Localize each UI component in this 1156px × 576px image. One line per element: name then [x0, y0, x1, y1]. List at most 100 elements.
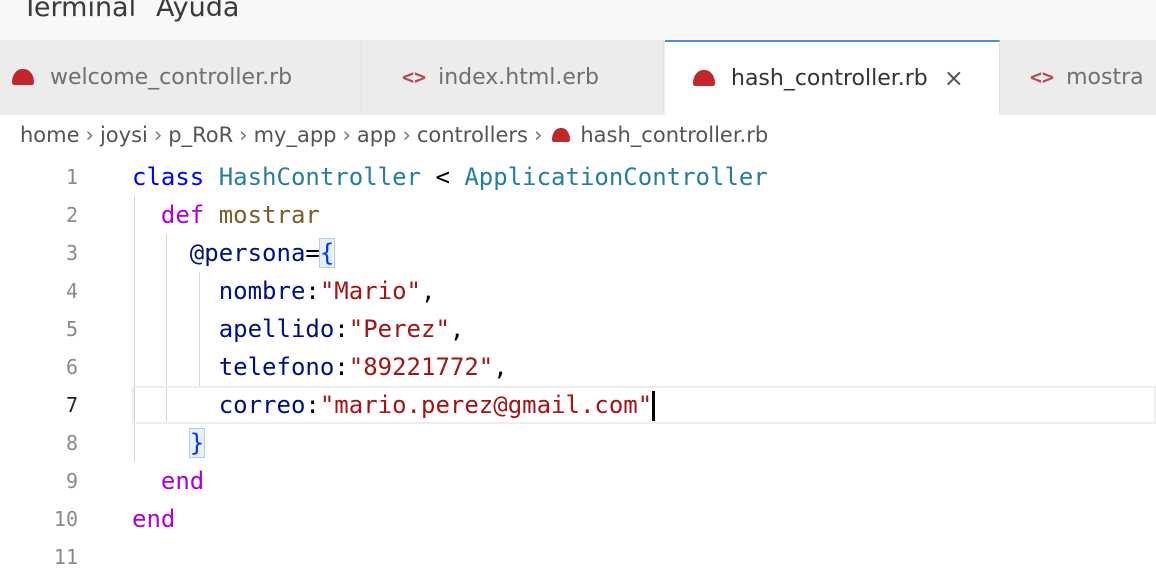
code-text: nombre:"Mario",	[132, 272, 436, 310]
code-token: @persona	[189, 239, 306, 267]
code-token: }	[188, 428, 206, 458]
code-token: HashController	[218, 163, 421, 191]
code-text: apellido:"Perez",	[132, 310, 465, 348]
breadcrumb-my-app[interactable]: my_app	[254, 123, 337, 147]
code-token: ,	[421, 277, 436, 305]
code-line[interactable]: 1 class HashController < ApplicationContr…	[0, 158, 1156, 196]
close-icon[interactable]: ×	[944, 64, 964, 92]
html-icon: <>	[1030, 65, 1055, 89]
tab-mostrar[interactable]: <> mostra	[1000, 40, 1156, 114]
code-token: end	[160, 467, 205, 495]
code-token: ApplicationController	[464, 163, 768, 191]
menu-terminal[interactable]: Terminal	[22, 0, 136, 23]
code-token: def	[160, 201, 219, 229]
breadcrumb-separator: ›	[402, 123, 411, 147]
breadcrumb-separator: ›	[85, 123, 94, 147]
line-number: 7	[65, 393, 78, 417]
tab-bar: welcome_controller.rb <> index.html.erb …	[0, 40, 1156, 115]
code-text: end	[132, 500, 175, 538]
line-number: 4	[65, 279, 78, 303]
code-line[interactable]: 2 def mostrar	[0, 196, 1156, 234]
tab-index-html-erb[interactable]: <> index.html.erb	[362, 40, 664, 114]
breadcrumb-separator: ›	[239, 123, 248, 147]
breadcrumb-separator: ›	[153, 123, 163, 147]
code-token: correo	[218, 391, 306, 419]
code-token: :	[334, 353, 349, 381]
code-line[interactable]: 7 correo:"mario.perez@gmail.com"	[0, 386, 1156, 424]
ruby-icon	[693, 70, 715, 86]
code-line[interactable]: 3 @persona={	[0, 234, 1156, 272]
ruby-icon	[12, 69, 34, 85]
text-cursor	[652, 391, 656, 421]
line-number: 3	[65, 241, 78, 265]
tab-welcome-controller[interactable]: welcome_controller.rb	[0, 40, 362, 114]
line-number: 5	[65, 317, 78, 341]
tab-label: mostra	[1066, 64, 1144, 90]
code-line[interactable]: 8 }	[0, 424, 1156, 462]
html-icon: <>	[402, 65, 427, 89]
code-token: apellido	[218, 315, 335, 343]
tab-hash-controller[interactable]: hash_controller.rb ×	[665, 40, 1000, 115]
breadcrumb-app[interactable]: app	[357, 123, 397, 147]
breadcrumb: home › joysi › p_RoR › my_app › app › co…	[0, 114, 1156, 156]
code-token: :	[305, 391, 320, 419]
code-token: =	[305, 239, 320, 267]
menu-ayuda[interactable]: Ayuda	[156, 0, 239, 23]
code-text: @persona={	[132, 234, 336, 272]
code-line[interactable]: 5 apellido:"Perez",	[0, 310, 1156, 348]
code-text: def mostrar	[132, 196, 320, 234]
breadcrumb-joysi[interactable]: joysi	[100, 123, 148, 147]
line-number: 9	[65, 469, 78, 493]
line-number: 1	[65, 165, 78, 189]
breadcrumb-home[interactable]: home	[20, 123, 80, 147]
code-text: class HashController < ApplicationContro…	[132, 158, 768, 196]
code-token: <	[421, 163, 465, 191]
code-token: telefono	[218, 353, 335, 381]
code-text: correo:"mario.perez@gmail.com"	[132, 386, 656, 424]
code-text: }	[132, 424, 206, 462]
code-token: nombre	[218, 277, 306, 305]
code-token: :	[305, 277, 320, 305]
line-number: 6	[65, 355, 78, 379]
line-number: 10	[53, 507, 78, 531]
code-token: "89221772"	[348, 353, 494, 381]
code-line[interactable]: 10 end	[0, 500, 1156, 538]
tab-label: index.html.erb	[438, 64, 599, 90]
code-editor[interactable]: 1 class HashController < ApplicationContr…	[0, 158, 1156, 569]
tab-label: welcome_controller.rb	[50, 64, 293, 90]
code-token: end	[132, 505, 176, 533]
line-number: 2	[65, 203, 78, 227]
code-token: {	[318, 238, 336, 268]
breadcrumb-separator: ›	[533, 123, 543, 147]
code-token: mostrar	[218, 201, 320, 229]
code-line[interactable]: 11	[0, 538, 1156, 576]
code-text: telefono:"89221772",	[132, 348, 508, 386]
code-line[interactable]: 4 nombre:"Mario",	[0, 272, 1156, 310]
breadcrumb-controllers[interactable]: controllers	[417, 123, 528, 147]
code-token: ,	[449, 315, 465, 343]
breadcrumb-p-ror[interactable]: p_RoR	[168, 123, 233, 147]
code-token: "mario.perez@gmail.com"	[319, 391, 653, 419]
code-line[interactable]: 6 telefono:"89221772",	[0, 348, 1156, 386]
line-number: 8	[65, 431, 78, 455]
code-token: class	[132, 163, 219, 191]
menu-bar: Terminal Ayuda	[0, 0, 1156, 40]
code-token: :	[334, 315, 349, 343]
code-line[interactable]: 9 end	[0, 462, 1156, 500]
tab-label: hash_controller.rb	[731, 65, 928, 91]
ruby-icon	[552, 128, 571, 142]
line-number: 11	[53, 545, 78, 569]
breadcrumb-separator: ›	[342, 123, 351, 147]
breadcrumb-file[interactable]: hash_controller.rb	[580, 123, 768, 147]
code-text: end	[132, 462, 204, 500]
code-token: ,	[493, 353, 508, 381]
code-token: "Mario"	[319, 277, 422, 305]
code-token: "Perez"	[348, 315, 450, 343]
